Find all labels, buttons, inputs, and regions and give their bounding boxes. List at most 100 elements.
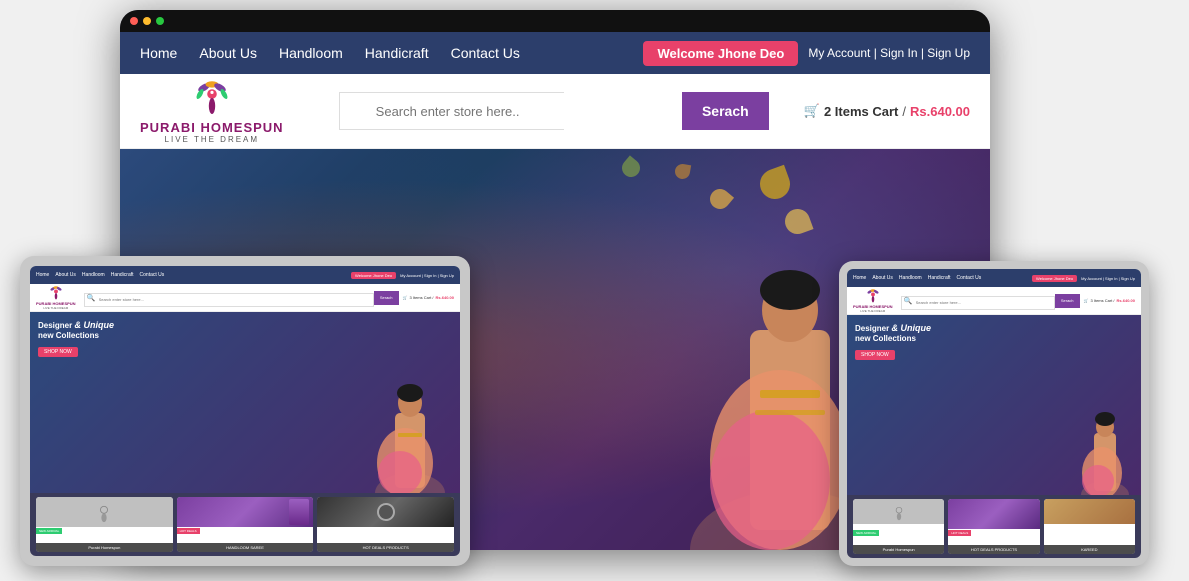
tablet-hero-text: Designer & Unique new Collections SHOP N… (38, 320, 114, 358)
tablet-logo-sub: LIVE THE DREAM (43, 306, 68, 310)
tablet-search-icon: 🔍 (87, 294, 96, 302)
cart-icon-wrap[interactable]: 🛒 2 Items Cart / Rs.640.00 (804, 103, 970, 119)
nav-about[interactable]: About Us (199, 45, 257, 61)
nav-bar: Home About Us Handloom Handicraft Contac… (120, 32, 990, 74)
tablet-header: PURABI HOMESPUN LIVE THE DREAM 🔍 Serach … (30, 284, 460, 312)
tablet-product-purabi: NEW ARRIVAL Purabi Homespun (36, 497, 173, 552)
phone-nav-right: Welcome Jhone Deo My Account | Sign In |… (1032, 275, 1135, 282)
tablet-logo: PURABI HOMESPUN LIVE THE DREAM (36, 285, 76, 310)
phone-logo-icon (865, 288, 881, 304)
tablet-product-label-2: HANDLOOM SAREE (177, 543, 314, 552)
tablet-product-label-1: Purabi Homespun (36, 543, 173, 552)
tablet-saree-img (177, 497, 314, 527)
tablet-nav-contact[interactable]: Contact Us (140, 272, 165, 278)
phone-product-label-3: KAREED (1044, 545, 1135, 554)
phone-product-label-1: Purabi Homespun (853, 545, 944, 554)
tablet-nav-links: Home About Us Handloom Handicraft Contac… (36, 272, 164, 278)
tablet-cart-count: 3 Items Cart / (410, 295, 434, 300)
phone-nav-handicraft[interactable]: Handicraft (928, 275, 951, 281)
phone-nav-links: Home About Us Handloom Handicraft Contac… (853, 275, 981, 281)
phone-nav-handloom[interactable]: Handloom (899, 275, 922, 281)
tablet-badge-new: NEW ARRIVAL (36, 528, 62, 534)
search-input[interactable] (339, 92, 564, 130)
phone-search-button[interactable]: Serach (1055, 294, 1080, 308)
phone-logo: PURABI HOMESPUN LIVE THE DREAM (853, 288, 893, 313)
monitor-top-bar (120, 10, 990, 32)
tablet-search-button[interactable]: Serach (374, 291, 399, 305)
phone-nav-about[interactable]: About Us (872, 275, 893, 281)
phone-hero-text: Designer & Unique new Collections SHOP N… (855, 323, 931, 361)
tablet-product-label-3: HOT DEALS PRODUCTS (317, 543, 454, 552)
phone-product-handloom: HOT DEALS HOT DEALS PRODUCTS (948, 499, 1039, 554)
tablet-cart-price: Rs.640.00 (436, 295, 454, 300)
tablet-hero: Designer & Unique new Collections SHOP N… (30, 312, 460, 493)
tablet-cart[interactable]: 🛒 3 Items Cart / Rs.640.00 (403, 295, 454, 300)
phone-nav-home[interactable]: Home (853, 275, 866, 281)
welcome-button[interactable]: Welcome Jhone Deo (643, 41, 798, 66)
phone-screen: Home About Us Handloom Handicraft Contac… (847, 269, 1141, 558)
logo-name: PURABI HOMESPUN (140, 120, 284, 135)
dot-green (156, 17, 164, 25)
nav-handicraft[interactable]: Handicraft (365, 45, 429, 61)
phone-nav: Home About Us Handloom Handicraft Contac… (847, 269, 1141, 287)
tablet-nav-handicraft[interactable]: Handicraft (111, 272, 134, 278)
phone-cart[interactable]: 🛒 3 Items Cart / Rs.640.00 (1084, 298, 1135, 303)
tablet-device: Home About Us Handloom Handicraft Contac… (20, 256, 470, 566)
nav-handloom[interactable]: Handloom (279, 45, 343, 61)
tablet-logo-icon (48, 285, 64, 301)
tablet-woman-svg (370, 373, 450, 493)
phone-kareed-img (1044, 499, 1135, 524)
phone-product-kareed: KAREED (1044, 499, 1135, 554)
dot-yellow (143, 17, 151, 25)
tablet-product-icon-1 (93, 501, 115, 523)
phone-products-section: NEW ARRIVAL Purabi Homespun HOT DEALS HO… (847, 495, 1141, 558)
tablet-nav-home[interactable]: Home (36, 272, 49, 278)
phone-account: My Account | Sign In | Sign Up (1081, 276, 1135, 281)
phone-header: PURABI HOMESPUN LIVE THE DREAM 🔍 Serach … (847, 287, 1141, 315)
phone-shop-now-button[interactable]: SHOP NOW (855, 350, 895, 360)
tablet-necklace-shape (377, 503, 395, 521)
tablet-search-input[interactable] (84, 293, 374, 307)
phone-welcome[interactable]: Welcome Jhone Deo (1032, 275, 1077, 282)
phone-saree-img (948, 499, 1039, 529)
tablet-necklace-img (317, 497, 454, 527)
phone-mini-site: Home About Us Handloom Handicraft Contac… (847, 269, 1141, 558)
phone-woman-figure (1078, 405, 1133, 495)
tablet-welcome[interactable]: Welcome Jhone Deo (351, 272, 396, 279)
tablet-nav-handloom[interactable]: Handloom (82, 272, 105, 278)
tablet-product-img-1 (36, 497, 173, 527)
tablet-shop-now-button[interactable]: SHOP NOW (38, 347, 78, 357)
scene: Home About Us Handloom Handicraft Contac… (0, 0, 1189, 581)
phone-product-label-2: HOT DEALS PRODUCTS (948, 545, 1039, 554)
phone-logo-sub: LIVE THE DREAM (860, 309, 885, 313)
search-wrapper: 🔍 (339, 92, 682, 130)
tablet-nav-about[interactable]: About Us (55, 272, 76, 278)
tablet-hero-title2: new Collections (38, 331, 114, 341)
phone-nav-contact[interactable]: Contact Us (957, 275, 982, 281)
nav-links: Home About Us Handloom Handicraft Contac… (140, 45, 520, 61)
logo-peacock-icon (192, 78, 232, 118)
phone-hero: Designer & Unique new Collections SHOP N… (847, 315, 1141, 495)
tablet-badge-hot: HOT DEALS (177, 528, 200, 534)
phone-product-img-1 (853, 499, 944, 524)
tablet-woman-figure (370, 373, 450, 493)
cart-area: 🛒 2 Items Cart / Rs.640.00 (804, 103, 970, 119)
tablet-nav-right: Welcome Jhone Deo My Account | Sign In |… (351, 272, 454, 279)
dot-red (130, 17, 138, 25)
phone-woman-svg (1078, 405, 1133, 495)
phone-hero-title2: new Collections (855, 334, 931, 344)
phone-product-icon-1 (890, 503, 908, 521)
phone-badge-new: NEW ARRIVAL (853, 530, 879, 536)
tablet-cart-icon: 🛒 (403, 295, 408, 300)
nav-home[interactable]: Home (140, 45, 177, 61)
nav-contact[interactable]: Contact Us (451, 45, 520, 61)
logo-tagline: LIVE THE DREAM (165, 135, 260, 144)
phone-search-icon: 🔍 (904, 297, 913, 305)
site-header: PURABI HOMESPUN LIVE THE DREAM 🔍 Serach … (120, 74, 990, 149)
tablet-screen: Home About Us Handloom Handicraft Contac… (30, 266, 460, 556)
cart-separator: / (902, 104, 906, 119)
tablet-products-section: NEW ARRIVAL Purabi Homespun HOT DEALS HA… (30, 493, 460, 556)
phone-search-input[interactable] (901, 296, 1055, 310)
search-button[interactable]: Serach (682, 92, 769, 130)
tablet-account: My Account | Sign In | Sign Up (400, 273, 454, 278)
